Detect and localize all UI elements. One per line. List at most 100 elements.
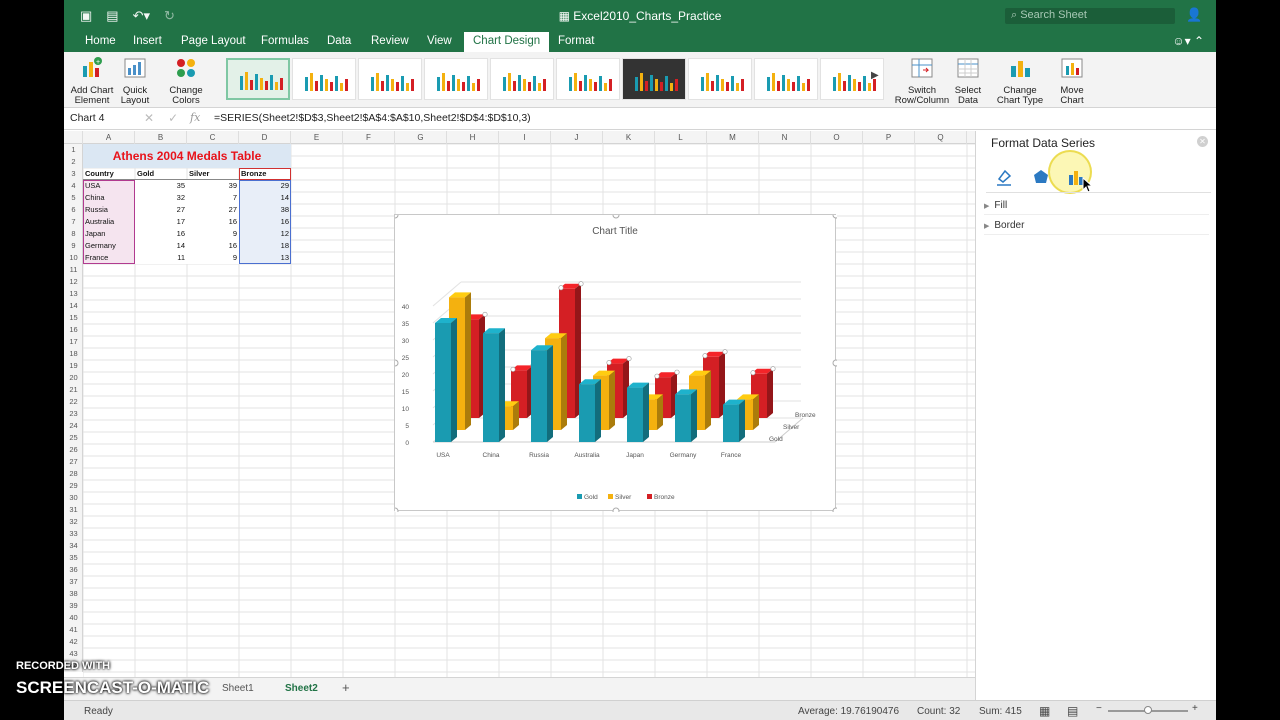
fill-line-icon[interactable] bbox=[994, 167, 1014, 187]
select-data-button[interactable]: Select Data bbox=[952, 56, 984, 106]
row-header[interactable]: 2 bbox=[64, 156, 83, 168]
fx-icon[interactable]: fx bbox=[190, 111, 200, 124]
quick-layout-button[interactable]: Quick Layout bbox=[118, 56, 152, 106]
header-cell[interactable]: Silver bbox=[187, 168, 239, 180]
tab-review[interactable]: Review bbox=[362, 32, 418, 52]
row-header[interactable]: 32 bbox=[64, 516, 83, 528]
chart-style-thumb[interactable] bbox=[754, 58, 818, 100]
tab-chart-design[interactable]: Chart Design bbox=[464, 32, 550, 52]
data-cell[interactable]: 35 bbox=[135, 180, 187, 192]
change-chart-type-button[interactable]: Change Chart Type bbox=[994, 56, 1046, 106]
row-header[interactable]: 31 bbox=[64, 504, 83, 516]
column-header[interactable]: N bbox=[759, 131, 811, 144]
column-header[interactable]: P bbox=[863, 131, 915, 144]
row-header[interactable]: 25 bbox=[64, 432, 83, 444]
switch-row-column-button[interactable]: Switch Row/Column bbox=[894, 56, 950, 106]
row-header[interactable]: 22 bbox=[64, 396, 83, 408]
column-header[interactable]: G bbox=[395, 131, 447, 144]
chart-style-thumb[interactable] bbox=[424, 58, 488, 100]
border-section[interactable]: ▶ Border bbox=[984, 217, 1209, 235]
row-header[interactable]: 24 bbox=[64, 420, 83, 432]
column-header[interactable]: C bbox=[187, 131, 239, 144]
close-icon[interactable]: ✕ bbox=[1197, 136, 1208, 147]
row-header[interactable]: 41 bbox=[64, 624, 83, 636]
tab-data[interactable]: Data bbox=[318, 32, 360, 52]
column-header[interactable]: B bbox=[135, 131, 187, 144]
row-header[interactable]: 7 bbox=[64, 216, 83, 228]
row-header[interactable]: 28 bbox=[64, 468, 83, 480]
enter-icon[interactable]: ✓ bbox=[168, 111, 192, 125]
zoom-slider-thumb[interactable] bbox=[1144, 706, 1152, 714]
tab-formulas[interactable]: Formulas bbox=[252, 32, 318, 52]
row-header[interactable]: 9 bbox=[64, 240, 83, 252]
row-header[interactable]: 30 bbox=[64, 492, 83, 504]
worksheet-grid[interactable]: ABCDEFGHIJKLMNOPQ 1 2 3 4 5 6 7 8 9 10 11 12 13 14 15 1… bbox=[64, 131, 975, 677]
row-header[interactable]: 42 bbox=[64, 636, 83, 648]
data-cell[interactable]: 11 bbox=[135, 252, 187, 264]
column-header[interactable]: D bbox=[239, 131, 291, 144]
row-header[interactable]: 21 bbox=[64, 384, 83, 396]
row-header[interactable]: 8 bbox=[64, 228, 83, 240]
cancel-icon[interactable]: ✕ bbox=[144, 111, 168, 125]
row-header[interactable]: 1 bbox=[64, 144, 83, 156]
column-header[interactable]: H bbox=[447, 131, 499, 144]
row-header[interactable]: 35 bbox=[64, 552, 83, 564]
data-cell[interactable]: 32 bbox=[135, 192, 187, 204]
row-header[interactable]: 29 bbox=[64, 480, 83, 492]
tab-sheet2[interactable]: Sheet2 bbox=[285, 683, 318, 694]
tab-view[interactable]: View bbox=[418, 32, 461, 52]
formula-input[interactable]: =SERIES(Sheet2!$D$3,Sheet2!$A$4:$A$10,Sh… bbox=[214, 112, 531, 124]
chart-style-thumb[interactable] bbox=[490, 58, 554, 100]
normal-view-icon[interactable]: ▦ bbox=[1039, 704, 1050, 718]
chart-style-thumb[interactable] bbox=[226, 58, 290, 100]
column-header[interactable]: Q bbox=[915, 131, 967, 144]
row-header[interactable]: 14 bbox=[64, 300, 83, 312]
data-cell[interactable]: 9 bbox=[187, 228, 239, 240]
data-cell[interactable]: 9 bbox=[187, 252, 239, 264]
row-header[interactable]: 39 bbox=[64, 600, 83, 612]
gallery-more-arrow-icon[interactable]: ▶ bbox=[871, 70, 879, 81]
column-header[interactable]: M bbox=[707, 131, 759, 144]
data-cell[interactable]: 39 bbox=[187, 180, 239, 192]
row-header[interactable]: 10 bbox=[64, 252, 83, 264]
tab-insert[interactable]: Insert bbox=[124, 32, 171, 52]
chart-style-thumb[interactable] bbox=[688, 58, 752, 100]
share-user-icon[interactable]: 👤 bbox=[1186, 7, 1202, 23]
zoom-in-icon[interactable]: + bbox=[1192, 703, 1198, 714]
tab-home[interactable]: Home bbox=[76, 32, 125, 52]
row-header[interactable]: 3 bbox=[64, 168, 83, 180]
add-chart-element-button[interactable]: + Add Chart Element bbox=[68, 56, 116, 106]
data-cell[interactable]: 27 bbox=[187, 204, 239, 216]
add-sheet-icon[interactable]: + bbox=[342, 680, 350, 695]
row-header[interactable]: 12 bbox=[64, 276, 83, 288]
tab-page-layout[interactable]: Page Layout bbox=[172, 32, 255, 52]
row-header[interactable]: 40 bbox=[64, 612, 83, 624]
row-header[interactable]: 26 bbox=[64, 444, 83, 456]
zoom-out-icon[interactable]: − bbox=[1096, 703, 1102, 714]
chart-style-thumb[interactable] bbox=[622, 58, 686, 100]
row-header[interactable]: 38 bbox=[64, 588, 83, 600]
column-header[interactable]: F bbox=[343, 131, 395, 144]
row-header[interactable]: 5 bbox=[64, 192, 83, 204]
name-box[interactable]: Chart 4 bbox=[70, 112, 130, 124]
column-header[interactable]: A bbox=[83, 131, 135, 144]
row-header[interactable]: 20 bbox=[64, 372, 83, 384]
data-cell[interactable]: 14 bbox=[135, 240, 187, 252]
tab-format[interactable]: Format bbox=[549, 32, 603, 52]
row-header[interactable]: 18 bbox=[64, 348, 83, 360]
change-colors-button[interactable]: Change Colors bbox=[166, 56, 206, 106]
chart-style-thumb[interactable] bbox=[556, 58, 620, 100]
select-all-corner[interactable] bbox=[64, 131, 83, 144]
data-cell[interactable]: 17 bbox=[135, 216, 187, 228]
row-header[interactable]: 19 bbox=[64, 360, 83, 372]
data-cell[interactable]: 16 bbox=[187, 240, 239, 252]
data-cell[interactable]: 16 bbox=[135, 228, 187, 240]
column-header[interactable]: L bbox=[655, 131, 707, 144]
row-header[interactable]: 34 bbox=[64, 540, 83, 552]
data-cell[interactable]: 7 bbox=[187, 192, 239, 204]
move-chart-button[interactable]: Move Chart bbox=[1056, 56, 1088, 106]
row-header[interactable]: 11 bbox=[64, 264, 83, 276]
data-cell[interactable]: 27 bbox=[135, 204, 187, 216]
row-header[interactable]: 17 bbox=[64, 336, 83, 348]
fill-section[interactable]: ▶ Fill bbox=[984, 197, 1209, 215]
